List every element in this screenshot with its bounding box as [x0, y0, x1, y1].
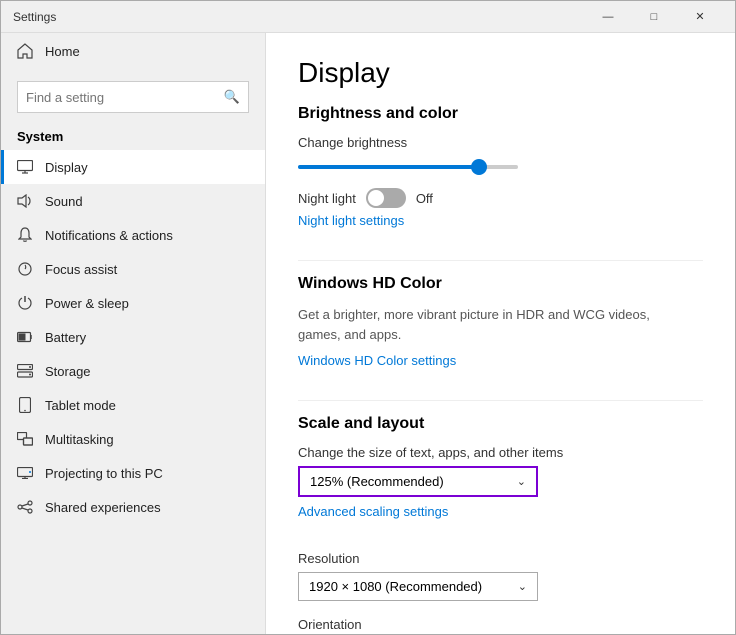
scale-chevron-icon: ⌄: [517, 475, 526, 488]
brightness-section: Brightness and color Change brightness N…: [298, 105, 703, 244]
sidebar-item-shared[interactable]: Shared experiences: [1, 490, 265, 524]
scale-selected-value: 125% (Recommended): [310, 474, 444, 489]
minimize-button[interactable]: —: [585, 1, 631, 33]
sidebar-section-label: System: [1, 121, 265, 150]
resolution-section: Resolution 1920 × 1080 (Recommended) ⌄: [298, 551, 703, 601]
maximize-button[interactable]: □: [631, 1, 677, 33]
focus-icon: [17, 261, 33, 277]
sidebar-item-battery-label: Battery: [45, 330, 86, 345]
hd-color-settings-link[interactable]: Windows HD Color settings: [298, 353, 456, 368]
sidebar-item-battery[interactable]: Battery: [1, 320, 265, 354]
sidebar-item-notifications[interactable]: Notifications & actions: [1, 218, 265, 252]
tablet-icon: [17, 397, 33, 413]
sidebar-item-tablet[interactable]: Tablet mode: [1, 388, 265, 422]
sidebar-item-projecting-label: Projecting to this PC: [45, 466, 163, 481]
toggle-knob: [368, 190, 384, 206]
night-light-toggle[interactable]: [366, 188, 406, 208]
hd-color-section: Windows HD Color Get a brighter, more vi…: [298, 275, 703, 384]
multitasking-icon: [17, 431, 33, 447]
night-light-settings-link[interactable]: Night light settings: [298, 213, 404, 228]
scale-label: Change the size of text, apps, and other…: [298, 445, 703, 460]
sidebar-item-display[interactable]: Display: [1, 150, 265, 184]
resolution-label: Resolution: [298, 551, 703, 566]
titlebar: Settings — □ ✕: [1, 1, 735, 33]
search-icon: 🔍: [224, 89, 240, 105]
hd-color-description: Get a brighter, more vibrant picture in …: [298, 305, 678, 344]
sidebar-item-display-label: Display: [45, 160, 88, 175]
brightness-container: Change brightness: [298, 135, 703, 172]
sidebar-item-home[interactable]: Home: [1, 33, 265, 69]
sidebar-item-storage-label: Storage: [45, 364, 91, 379]
sidebar-item-multitasking-label: Multitasking: [45, 432, 114, 447]
window-title: Settings: [13, 10, 585, 24]
shared-icon: [17, 499, 33, 515]
orientation-section: Orientation Landscape ⌄: [298, 617, 703, 634]
resolution-chevron-icon: ⌄: [518, 580, 527, 593]
night-light-state: Off: [416, 191, 433, 206]
close-button[interactable]: ✕: [677, 1, 723, 33]
battery-icon: [17, 329, 33, 345]
brightness-label: Change brightness: [298, 135, 703, 150]
search-box[interactable]: 🔍: [17, 81, 249, 113]
sidebar-item-focus-label: Focus assist: [45, 262, 117, 277]
projecting-icon: [17, 465, 33, 481]
night-light-row: Night light Off: [298, 188, 703, 208]
sidebar-item-storage[interactable]: Storage: [1, 354, 265, 388]
hd-color-title: Windows HD Color: [298, 275, 703, 293]
sidebar-item-multitasking[interactable]: Multitasking: [1, 422, 265, 456]
sidebar-item-projecting[interactable]: Projecting to this PC: [1, 456, 265, 490]
sidebar-item-shared-label: Shared experiences: [45, 500, 161, 515]
sidebar: Home 🔍 System Display: [1, 33, 266, 634]
main-content: Display Brightness and color Change brig…: [266, 33, 735, 634]
sidebar-item-tablet-label: Tablet mode: [45, 398, 116, 413]
power-icon: [17, 295, 33, 311]
sidebar-item-sound[interactable]: Sound: [1, 184, 265, 218]
sound-icon: [17, 193, 33, 209]
page-title: Display: [298, 57, 703, 89]
titlebar-controls: — □ ✕: [585, 1, 723, 33]
home-label: Home: [45, 44, 80, 59]
advanced-scaling-link[interactable]: Advanced scaling settings: [298, 504, 448, 519]
display-icon: [17, 159, 33, 175]
scale-layout-title: Scale and layout: [298, 415, 703, 433]
divider-1: [298, 260, 703, 261]
sidebar-item-power-label: Power & sleep: [45, 296, 129, 311]
sidebar-item-sound-label: Sound: [45, 194, 83, 209]
brightness-color-title: Brightness and color: [298, 105, 703, 123]
home-icon: [17, 43, 33, 59]
sidebar-item-focus[interactable]: Focus assist: [1, 252, 265, 286]
content-area: Home 🔍 System Display: [1, 33, 735, 634]
orientation-label: Orientation: [298, 617, 703, 632]
settings-window: Settings — □ ✕ Home 🔍 System: [0, 0, 736, 635]
scale-layout-section: Scale and layout Change the size of text…: [298, 415, 703, 535]
divider-2: [298, 400, 703, 401]
scale-dropdown[interactable]: 125% (Recommended) ⌄: [298, 466, 538, 497]
notifications-icon: [17, 227, 33, 243]
resolution-dropdown[interactable]: 1920 × 1080 (Recommended) ⌄: [298, 572, 538, 601]
night-light-label: Night light: [298, 191, 356, 206]
sidebar-item-power[interactable]: Power & sleep: [1, 286, 265, 320]
brightness-slider[interactable]: [298, 165, 518, 169]
storage-icon: [17, 363, 33, 379]
search-input[interactable]: [26, 90, 224, 105]
sidebar-item-notifications-label: Notifications & actions: [45, 228, 173, 243]
resolution-selected-value: 1920 × 1080 (Recommended): [309, 579, 482, 594]
